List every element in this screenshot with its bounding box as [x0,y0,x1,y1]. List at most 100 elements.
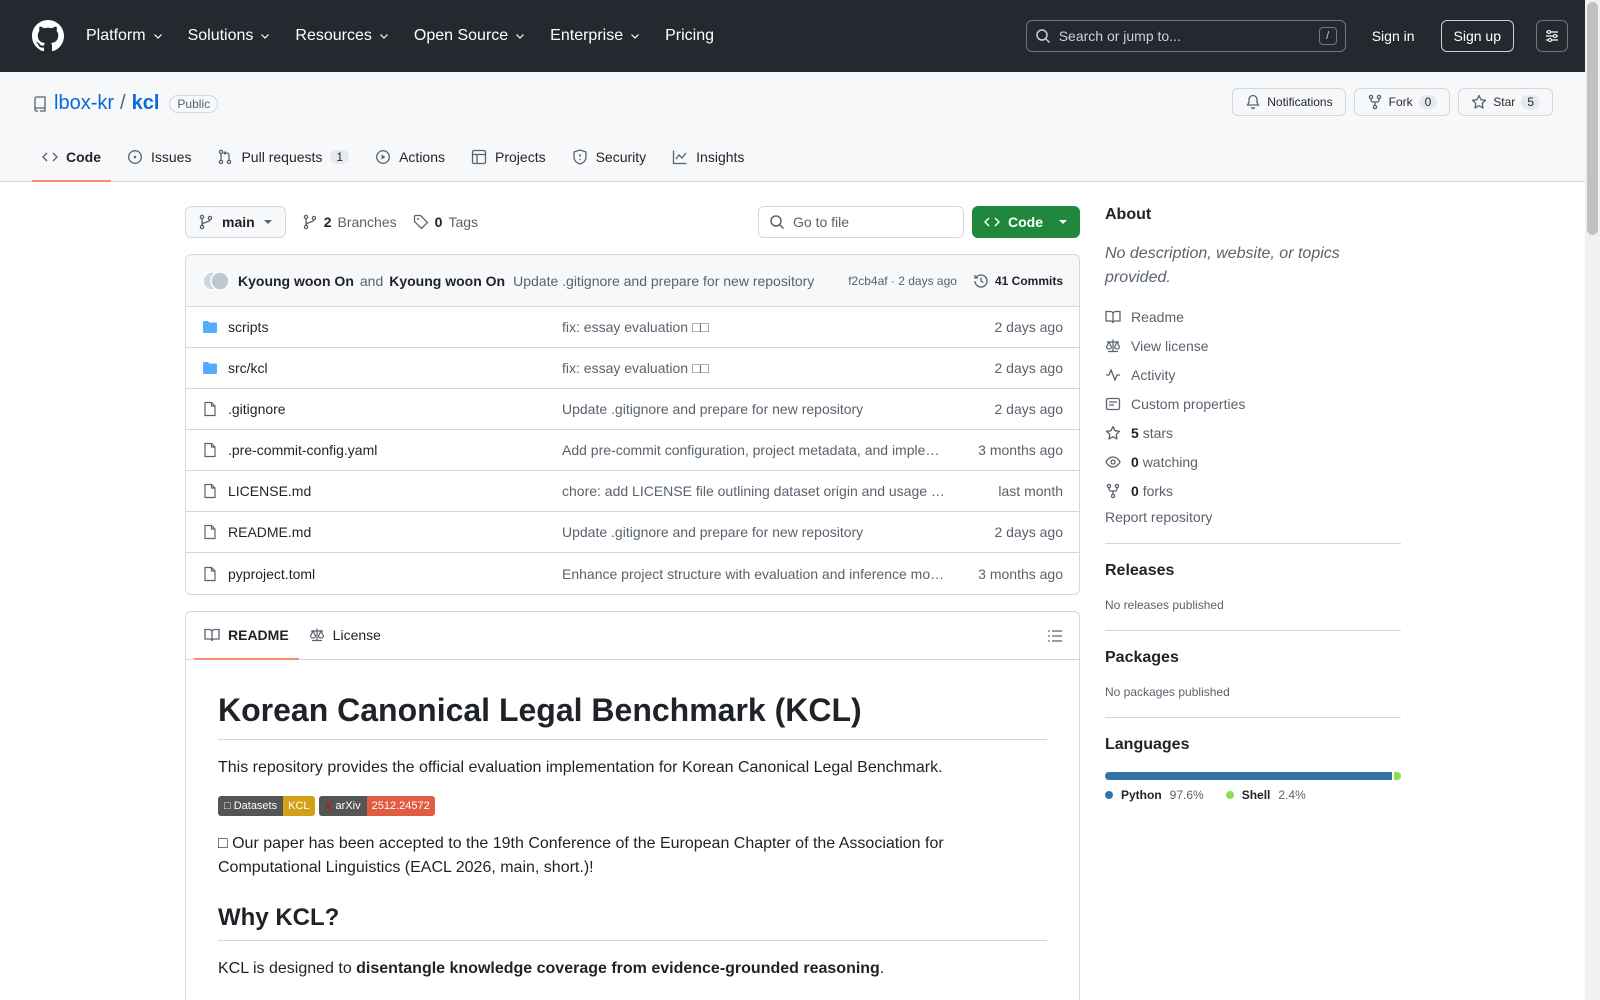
file-commit-message-link[interactable]: Update .gitignore and prepare for new re… [562,401,952,417]
language-dot [1105,791,1113,799]
custom-properties-link[interactable]: Custom properties [1105,389,1401,418]
tags-link[interactable]: 0 Tags [413,214,478,230]
commit-and: and [359,272,384,289]
nav-enterprise[interactable]: Enterprise [550,27,641,45]
tab-security[interactable]: Security [562,134,657,182]
file-commit-date: last month [998,483,1063,499]
language-percent: 2.4% [1278,788,1306,802]
readme-intro: This repository provides the official ev… [218,759,943,776]
commit-hash-time[interactable]: f2cb4af · 2 days ago [848,274,957,288]
file-commit-message-link[interactable]: Add pre-commit configuration, project me… [562,442,952,458]
star-button[interactable]: Star 5 [1458,88,1553,116]
commit-coauthor-link[interactable]: Kyoung woon On [389,273,505,289]
fork-button[interactable]: Fork 0 [1353,88,1451,116]
repo-icon [34,95,46,112]
search-shortcut-key: / [1318,27,1337,45]
code-dropdown-button[interactable]: Code [972,206,1080,238]
tab-issues[interactable]: Issues [117,134,201,182]
file-name-link[interactable]: .pre-commit-config.yaml [228,442,562,458]
file-commit-message-link[interactable]: Update .gitignore and prepare for new re… [562,524,952,540]
play-icon [376,150,391,164]
table-row: README.md Update .gitignore and prepare f… [186,512,1079,553]
file-commit-message-link[interactable]: Enhance project structure with evaluatio… [562,566,952,582]
file-name-link[interactable]: scripts [228,319,562,335]
pull-request-icon [219,149,232,165]
file-commit-message-link[interactable]: fix: essay evaluation □□ [562,360,952,376]
tab-projects[interactable]: Projects [461,134,556,182]
avatar[interactable] [202,269,230,293]
tab-license[interactable]: License [299,612,391,660]
global-search-input[interactable]: Search or jump to... / [1025,20,1346,52]
repo-name-link[interactable]: kcl [132,92,160,115]
language-item[interactable]: Shell 2.4% [1225,788,1306,802]
code-icon [42,152,58,162]
arxiv-badge[interactable]: arXiv 2512.24572 [318,796,435,816]
tab-insights[interactable]: Insights [662,134,754,182]
file-name-link[interactable]: pyproject.toml [228,566,562,582]
datasets-badge[interactable]: □ Datasets KCL [218,796,315,816]
header-actions: Search or jump to... / Sign in Sign up [1025,20,1568,52]
notifications-button[interactable]: Notifications [1232,88,1346,116]
releases-heading[interactable]: Releases [1105,562,1401,580]
tab-readme[interactable]: README [194,612,299,660]
go-to-file-input[interactable]: Go to file [758,206,964,238]
commit-author-link[interactable]: Kyoung woon On [238,273,354,289]
why-text-pre: KCL is designed to [218,960,357,977]
fork-count: 0 [1418,95,1438,109]
fork-icon [1368,94,1381,110]
file-commit-message-link[interactable]: chore: add LICENSE file outlining datase… [562,483,952,499]
tags-count: 0 [434,214,443,230]
repo-title: lbox-kr / kcl Public [32,92,219,115]
tab-pull-requests[interactable]: Pull requests 1 [207,134,359,182]
activity-link[interactable]: Activity [1105,360,1401,389]
nav-solutions[interactable]: Solutions [188,27,272,45]
nav-resources[interactable]: Resources [295,27,389,45]
commit-message-link[interactable]: Update .gitignore and prepare for new re… [513,273,814,289]
tab-code[interactable]: Code [32,134,111,182]
branch-selector[interactable]: main [185,206,286,238]
readme-link[interactable]: Readme [1105,302,1401,331]
watching-link[interactable]: 0 watching [1105,447,1401,476]
table-row: LICENSE.md chore: add LICENSE file outlin… [186,471,1079,512]
fork-label: Fork [1388,95,1413,109]
page-scrollbar[interactable] [1585,0,1600,1000]
nav-platform[interactable]: Platform [86,27,164,45]
branches-link[interactable]: 2 Branches [302,214,397,230]
commits-link[interactable]: 41 Commits [973,273,1063,289]
stars-text: 5 stars [1131,425,1173,441]
file-name-link[interactable]: README.md [228,524,562,540]
report-repository-link[interactable]: Report repository [1105,509,1401,525]
file-name-link[interactable]: .gitignore [228,401,562,417]
sign-in-link[interactable]: Sign in [1358,28,1429,44]
forks-link[interactable]: 0 forks [1105,476,1401,505]
file-name-link[interactable]: src/kcl [228,360,562,376]
file-commit-message-link[interactable]: fix: essay evaluation □□ [562,319,952,335]
nav-pricing[interactable]: Pricing [665,27,714,45]
language-list: Python 97.6% Shell 2.4% [1105,788,1401,802]
file-list: scripts fix: essay evaluation □□ 2 days ag… [186,307,1079,594]
file-icon [204,442,216,458]
nav-label: Resources [295,27,372,44]
stars-link[interactable]: 5 stars [1105,418,1401,447]
readme-panel: README License Korean Canonical Legal Be… [185,611,1080,1000]
scrollbar-thumb[interactable] [1587,2,1598,235]
language-item[interactable]: Python 97.6% [1105,788,1204,802]
github-logo-icon[interactable] [32,20,64,52]
readme-tabs: README License [186,612,1079,660]
file-name-link[interactable]: LICENSE.md [228,483,562,499]
sign-up-button[interactable]: Sign up [1440,20,1514,52]
menu-button[interactable] [1536,20,1568,52]
packages-heading[interactable]: Packages [1105,649,1401,667]
outline-button[interactable] [1047,628,1063,644]
license-link[interactable]: View license [1105,331,1401,360]
tab-actions[interactable]: Actions [365,134,455,182]
table-row: .pre-commit-config.yaml Add pre-commit co… [186,430,1079,471]
readme-badges: □ Datasets KCL arXiv 2512.24572 [218,796,1047,816]
why-text-bold: disentangle knowledge coverage from evid… [356,960,880,977]
search-icon [1035,29,1050,44]
caret-down-icon [263,220,272,224]
nav-open-source[interactable]: Open Source [414,27,526,45]
badge-left: □ Datasets [218,796,284,816]
repo-owner-link[interactable]: lbox-kr [54,92,114,115]
code-icon [984,217,1000,227]
